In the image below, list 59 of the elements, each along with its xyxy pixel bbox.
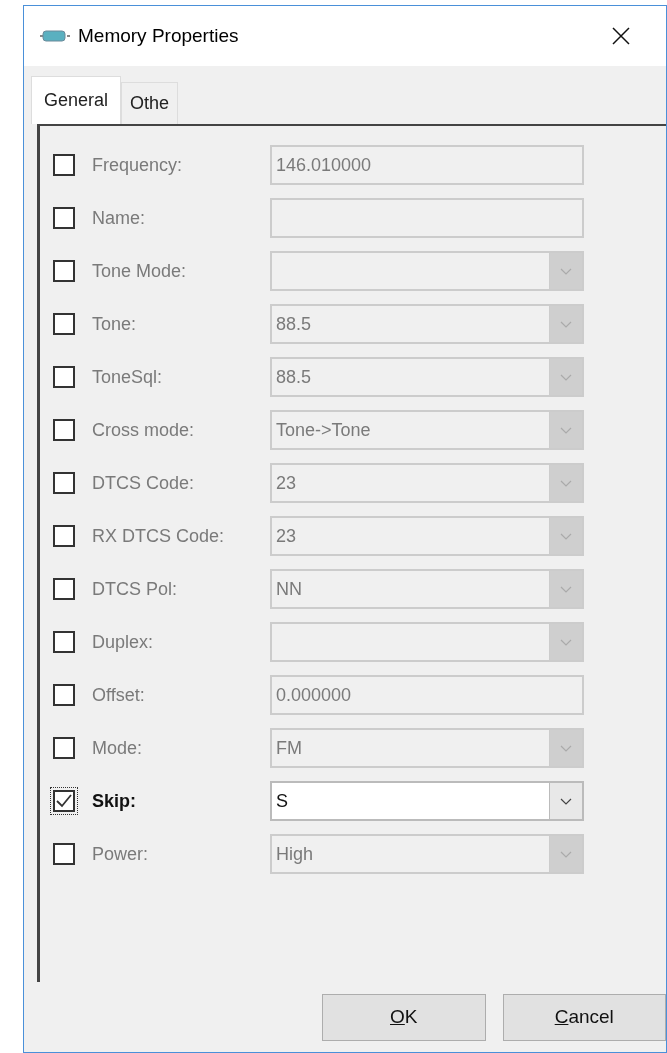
field-label: Offset: (92, 683, 146, 707)
checkbox[interactable] (50, 575, 78, 603)
dropdown[interactable]: 23 (270, 463, 584, 503)
field-label: Duplex: (92, 630, 155, 654)
dialog-button[interactable]: Cancel (502, 994, 666, 1041)
field-label: Tone Mode: (92, 259, 188, 283)
field-label: RX DTCS Code: (92, 524, 226, 548)
checkbox[interactable] (50, 416, 78, 444)
dropdown[interactable]: 88.5 (270, 357, 584, 397)
chevron-down-icon (560, 426, 572, 434)
text-field[interactable]: 146.010000 (270, 145, 584, 185)
field-label: Skip: (92, 789, 137, 813)
checkbox[interactable] (50, 681, 78, 709)
tab[interactable]: General (31, 76, 122, 124)
close-icon[interactable] (612, 27, 630, 45)
dropdown[interactable]: NN (270, 569, 584, 609)
window-title: Memory Properties (78, 23, 239, 48)
checkbox[interactable] (50, 628, 78, 656)
checkbox[interactable] (50, 310, 78, 338)
field-label: Frequency: (92, 153, 184, 177)
dropdown[interactable]: 88.5 (270, 304, 584, 344)
checkbox[interactable] (50, 469, 78, 497)
field-label: Mode: (92, 736, 144, 760)
chevron-down-icon (560, 797, 572, 805)
field-label: Tone: (92, 312, 138, 336)
checkbox[interactable] (50, 522, 78, 550)
text-field[interactable] (270, 198, 584, 238)
field-label: DTCS Pol: (92, 577, 179, 601)
dialog-button[interactable]: OK (322, 994, 486, 1041)
chevron-down-icon (560, 744, 572, 752)
dropdown[interactable]: 23 (270, 516, 584, 556)
chevron-down-icon (560, 532, 572, 540)
dropdown[interactable]: Tone->Tone (270, 410, 584, 450)
checkbox[interactable] (50, 840, 78, 868)
chevron-down-icon (560, 638, 572, 646)
chevron-down-icon (560, 267, 572, 275)
dropdown[interactable]: FM (270, 728, 584, 768)
field-label: Cross mode: (92, 418, 196, 442)
dropdown[interactable]: S (270, 781, 584, 821)
tab[interactable]: Othe (121, 82, 179, 124)
field-label: DTCS Code: (92, 471, 196, 495)
chevron-down-icon (560, 373, 572, 381)
checkmark-icon (56, 794, 72, 808)
chevron-down-icon (560, 850, 572, 858)
checkbox[interactable] (50, 204, 78, 232)
text-field[interactable]: 0.000000 (270, 675, 584, 715)
checkbox[interactable] (50, 787, 78, 815)
checkbox[interactable] (50, 363, 78, 391)
window-app-icon (40, 30, 70, 42)
chevron-down-icon (560, 479, 572, 487)
checkbox[interactable] (50, 151, 78, 179)
chevron-down-icon (560, 585, 572, 593)
field-label: Power: (92, 842, 150, 866)
field-label: ToneSql: (92, 365, 164, 389)
checkbox[interactable] (50, 734, 78, 762)
field-label: Name: (92, 206, 146, 230)
checkbox[interactable] (50, 257, 78, 285)
chevron-down-icon (560, 320, 572, 328)
dropdown[interactable]: High (270, 834, 584, 874)
